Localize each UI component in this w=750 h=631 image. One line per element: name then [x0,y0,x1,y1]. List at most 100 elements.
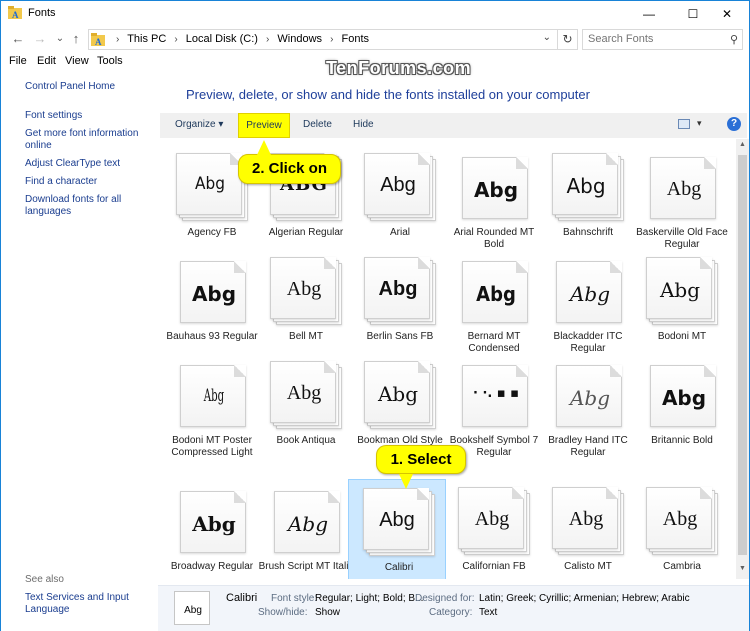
font-page: Abg [458,487,524,549]
back-button[interactable]: ← [9,30,27,48]
hide-button[interactable]: Hide [353,119,374,130]
control-panel-home-link[interactable]: Control Panel Home [25,81,150,93]
download-fonts-link[interactable]: Download fonts for all languages [25,194,150,218]
breadcrumb: › This PC › Local Disk (C:) › Windows › … [111,33,369,45]
font-sample-text: Abg [195,174,225,194]
find-character-link[interactable]: Find a character [25,176,150,188]
search-input[interactable] [588,33,718,45]
breadcrumb-separator[interactable]: › [330,34,333,45]
font-tile[interactable]: Abg Bodoni MT [632,249,724,349]
font-page: Abg [646,257,712,319]
font-tile[interactable]: Abg Bahnschrift [538,145,630,245]
font-tile[interactable]: Abg Book Antiqua [256,353,348,453]
font-page: Abg [364,257,430,319]
organize-button[interactable]: Organize ▾ [175,119,223,130]
callout-select: 1. Select [376,445,466,489]
font-sample-text: Abg [569,386,611,410]
font-tile[interactable]: Abg Brush Script MT Italic [256,479,353,579]
font-tile[interactable]: Abg Bodoni MT Poster Compressed Light [162,353,254,458]
font-page: · ·. ▪ ▪ [462,365,528,427]
close-button[interactable]: ✕ [705,1,749,26]
font-tile[interactable]: Abg Arial Rounded MT Bold [444,145,536,250]
font-page: Abg [274,491,340,553]
font-tile[interactable]: Abg Calibri [348,479,446,579]
minimize-button[interactable]: — [627,1,671,26]
font-preview-icon: Abg [176,487,249,557]
font-sample-text: Abg [476,282,516,306]
font-name-label: Baskerville Old Face Regular [636,227,728,250]
scroll-down-icon[interactable]: ▼ [736,565,749,577]
help-icon[interactable]: ? [727,117,741,131]
breadcrumb-separator[interactable]: › [266,34,269,45]
scroll-thumb[interactable] [738,155,747,555]
selected-font-thumbnail: Abg [174,591,210,625]
fonts-folder-icon: A [8,6,22,20]
font-page: Abg [462,157,528,219]
font-name-label: Bodoni MT Poster Compressed Light [171,435,253,458]
more-font-info-link[interactable]: Get more font information online [25,128,150,152]
designed-for-label: Designed for: [415,593,475,604]
menu-tools[interactable]: Tools [97,55,123,67]
font-sample-text: Abg [378,278,418,300]
font-tile[interactable]: Abg Blackadder ITC Regular [538,249,630,354]
refresh-button[interactable]: ↻ [558,29,578,50]
font-name-label: Bradley Hand ITC Regular [548,435,628,458]
font-tile[interactable]: Abg Bell MT [256,249,348,349]
menu-file[interactable]: File [9,55,27,67]
forward-button[interactable]: → [31,30,49,48]
breadcrumb-windows[interactable]: Windows [277,33,322,45]
scroll-up-icon[interactable]: ▲ [736,141,749,153]
menu-edit[interactable]: Edit [37,55,56,67]
breadcrumb-this-pc[interactable]: This PC [127,33,166,45]
font-tile[interactable]: Abg Bauhaus 93 Regular [162,249,258,349]
preview-button[interactable]: Preview [238,113,290,138]
search-icon[interactable]: ⚲ [730,33,738,46]
selected-font-name: Calibri [226,592,258,604]
font-page: Abg [364,153,430,215]
font-sample-text: Abg [379,509,415,531]
adjust-cleartype-link[interactable]: Adjust ClearType text [25,158,150,170]
view-options-dropdown[interactable]: ▾ [697,118,702,129]
font-sample-text: Abg [286,382,322,404]
font-tile[interactable]: Abg Calisto MT [538,479,630,579]
font-name-label: Bell MT [289,331,323,342]
font-tile[interactable]: Abg Californian FB [444,479,536,579]
font-tile[interactable]: Abg Arial [350,145,442,245]
font-tile[interactable]: Abg Baskerville Old Face Regular [632,145,728,250]
breadcrumb-fonts[interactable]: Fonts [341,33,369,45]
up-button[interactable]: ↑ [67,30,85,48]
fonts-folder-icon: A [91,33,105,47]
font-grid: Abg Agency FB ABG Algerian Regular Abg Arial A… [158,139,736,579]
change-view-icon[interactable] [678,119,690,129]
font-name-label: Broadway Regular [170,561,254,572]
address-dropdown-icon[interactable]: ⌄ [543,32,551,43]
search-box[interactable]: ⚲ [582,29,743,50]
left-pane: Control Panel Home Font settings Get mor… [1,73,158,631]
font-sample-text: Abg [661,386,707,410]
vertical-scrollbar[interactable]: ▲ ▼ [736,139,749,579]
address-bar[interactable]: A › This PC › Local Disk (C:) › Windows … [88,29,558,50]
text-services-link[interactable]: Text Services and Input Language [25,592,150,616]
breadcrumb-separator[interactable]: › [174,34,177,45]
thumbnail-sample: Abg [184,605,202,616]
font-tile[interactable]: Abg Broadway Regular [162,479,254,579]
font-tile[interactable]: Abg Bernard MT Condensed [444,249,536,354]
window-title: Fonts [28,7,56,19]
font-tile[interactable]: Abg Cambria [632,479,724,579]
font-preview-icon: Abg [646,257,719,327]
font-tile[interactable]: Abg Britannic Bold [632,353,724,453]
font-preview-icon: Abg [552,487,625,557]
font-settings-link[interactable]: Font settings [25,110,150,122]
breadcrumb-local-disk[interactable]: Local Disk (C:) [186,33,258,45]
font-tile[interactable]: Abg Bradley Hand ITC Regular [538,353,630,458]
font-tile[interactable]: Abg Bookman Old Style [350,353,443,453]
font-tile[interactable]: · ·. ▪ ▪ Bookshelf Symbol 7 Regular [444,353,538,458]
font-tile[interactable]: Abg Berlin Sans FB [350,249,442,349]
font-name-label: Agency FB [187,227,237,238]
category-label: Category: [429,607,473,618]
font-preview-icon: Abg [364,257,437,327]
delete-button[interactable]: Delete [303,119,332,130]
font-preview-icon: Abg [646,153,719,223]
menu-view[interactable]: View [65,55,89,67]
font-page: Abg [646,487,712,549]
